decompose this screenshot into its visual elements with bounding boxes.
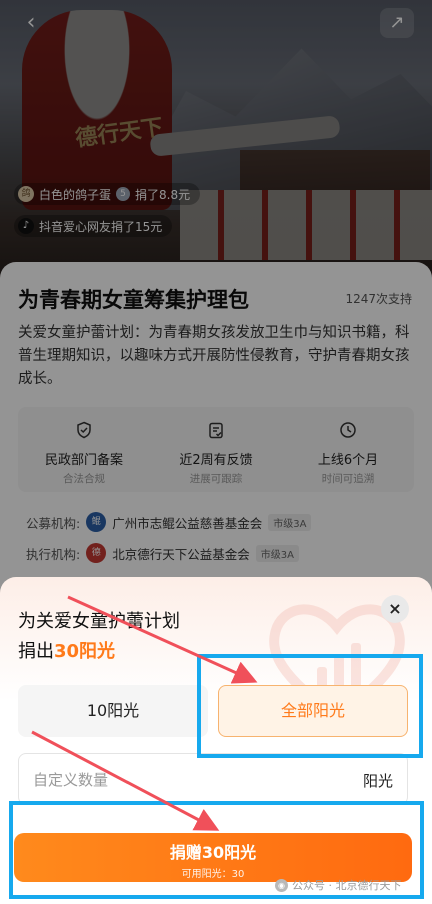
donate-button[interactable]: 捐赠30阳光 可用阳光：30 (14, 833, 412, 882)
sheet-sub-prefix: 捐出 (18, 641, 54, 662)
sheet-sub-amount: 30阳光 (54, 641, 116, 662)
custom-amount-input[interactable] (33, 768, 333, 792)
sheet-title: 为关爱女童护蕾计划 (18, 611, 180, 632)
donate-sheet: 为关爱女童护蕾计划 捐出30阳光 × 10阳光 全部阳光 阳光 捐赠30阳光 可… (0, 577, 432, 904)
close-icon[interactable]: × (381, 595, 409, 623)
custom-amount-field[interactable]: 阳光 (18, 753, 408, 805)
option-all-sunshine[interactable]: 全部阳光 (218, 685, 408, 737)
donate-button-label: 捐赠30阳光 (169, 843, 257, 862)
custom-unit-label: 阳光 (362, 772, 393, 790)
watermark: ◉ 公众号 · 北京德行天下 (275, 877, 402, 893)
watermark-text: 公众号 · 北京德行天下 (292, 879, 402, 892)
wechat-icon: ◉ (275, 878, 288, 892)
sheet-subtitle: 捐出30阳光 (18, 637, 115, 663)
option-10-sunshine[interactable]: 10阳光 (18, 685, 208, 737)
